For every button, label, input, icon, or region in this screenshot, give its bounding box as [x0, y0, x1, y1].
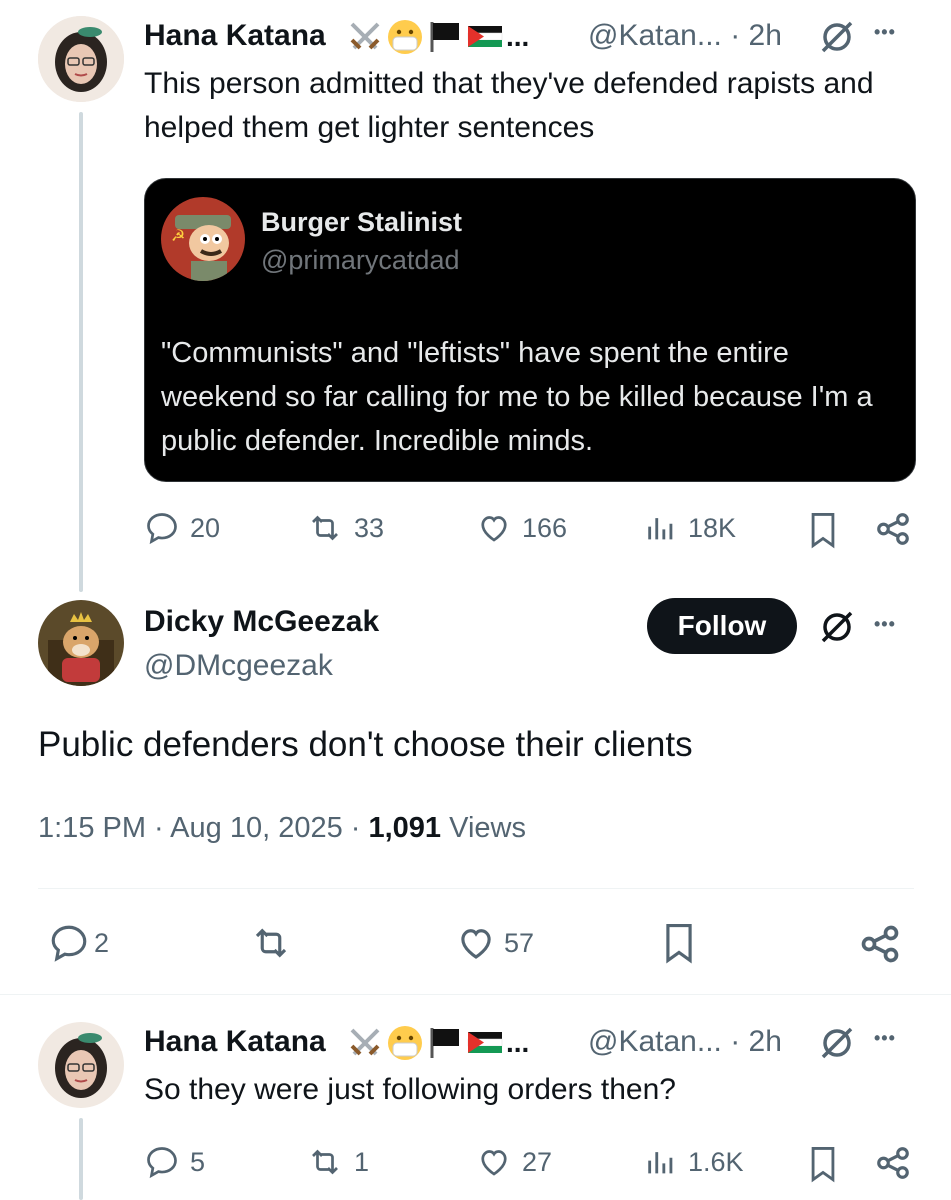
separator: · [730, 19, 741, 52]
author-name[interactable]: Dicky McGeezak [144, 604, 379, 640]
share-icon[interactable] [858, 922, 902, 966]
bookmark-icon[interactable] [806, 510, 840, 550]
burger-stalinist-avatar[interactable]: ☭ [161, 197, 245, 281]
timestamp[interactable]: 1:15 PM · Aug 10, 2025 · [38, 812, 368, 844]
like-count: 27 [522, 1146, 553, 1177]
reply-count: 2 [94, 927, 110, 958]
repost-count: 33 [354, 512, 385, 543]
svg-text:☭: ☭ [171, 226, 185, 245]
views-label: Views [441, 812, 526, 844]
views-count: 1.6K [688, 1146, 744, 1177]
repost-count: 1 [354, 1146, 370, 1177]
reply-icon [51, 925, 87, 962]
author-handle[interactable]: @Katan... [588, 19, 722, 52]
share-icon[interactable] [874, 510, 912, 548]
repost-button[interactable]: 33 [306, 510, 384, 546]
more-options-button[interactable]: ••• [874, 22, 896, 43]
name-emojis: ... [346, 18, 529, 56]
hana-avatar[interactable] [38, 1022, 124, 1108]
quoted-tweet-card[interactable]: ☭ Burger Stalinist @primarycatdad "Commu… [144, 178, 916, 482]
black-flag-icon [430, 1028, 459, 1058]
tweet-text: So they were just following orders then? [144, 1073, 676, 1106]
tweet-text: Public defenders don't choose their clie… [38, 725, 693, 764]
handle-row: @Katan... · 2h [588, 18, 782, 54]
thread-line [79, 1118, 83, 1200]
repost-icon[interactable] [248, 922, 294, 964]
grok-icon[interactable] [818, 1024, 856, 1062]
more-options-button[interactable]: ••• [874, 614, 896, 635]
reply-button[interactable]: 20 [144, 510, 220, 546]
separator: · [730, 1025, 741, 1058]
like-icon [481, 1150, 507, 1176]
grok-icon[interactable] [818, 18, 856, 56]
like-count: 166 [522, 512, 568, 543]
reply-count: 5 [190, 1146, 206, 1177]
post-time[interactable]: 2h [749, 1025, 782, 1058]
quote-text: "Communists" and "leftists" have spent t… [161, 337, 873, 457]
like-button[interactable]: 166 [476, 510, 567, 546]
author-name[interactable]: Hana Katana [144, 18, 326, 54]
repost-icon [312, 515, 338, 541]
crossed-swords-icon [350, 1028, 380, 1056]
grok-icon[interactable] [818, 608, 856, 646]
views-icon [648, 1152, 673, 1174]
dicky-avatar[interactable] [38, 600, 124, 686]
mask-face-icon [388, 20, 422, 54]
views-button[interactable]: 1.6K [644, 1144, 744, 1180]
view-count: 1,091 [368, 812, 442, 844]
quote-author-name[interactable]: Burger Stalinist [261, 207, 462, 238]
handle-row: @Katan... · 2h [588, 1024, 782, 1060]
name-ellipsis: ... [506, 21, 530, 52]
black-flag-icon [430, 22, 459, 52]
timestamp-row: 1:15 PM · Aug 10, 2025 · 1,091 Views [38, 812, 526, 845]
author-handle[interactable]: @Katan... [588, 1025, 722, 1058]
name-emojis: ... [346, 1024, 529, 1062]
like-count: 57 [504, 927, 535, 958]
repost-icon [312, 1149, 338, 1175]
views-button[interactable]: 18K [644, 510, 736, 546]
post-time[interactable]: 2h [749, 19, 782, 52]
divider [0, 994, 951, 995]
author-name[interactable]: Hana Katana [144, 1024, 326, 1060]
crossed-swords-icon [350, 22, 380, 50]
tweet-text: This person admitted that they've defend… [144, 67, 874, 144]
quote-author-handle[interactable]: @primarycatdad [261, 245, 459, 276]
thread-line [79, 112, 83, 592]
like-button[interactable]: 27 [476, 1144, 552, 1180]
share-icon[interactable] [874, 1144, 912, 1182]
hana-avatar[interactable] [38, 16, 124, 102]
more-options-button[interactable]: ••• [874, 1028, 896, 1049]
reply-icon [147, 1147, 177, 1179]
like-icon [461, 929, 491, 959]
reply-button[interactable]: 2 [48, 922, 109, 964]
palestine-flag-icon [467, 26, 503, 47]
name-ellipsis: ... [506, 1027, 530, 1058]
repost-button[interactable]: 1 [306, 1144, 369, 1180]
mask-face-icon [388, 1026, 422, 1060]
views-icon [648, 518, 673, 540]
reply-button[interactable]: 5 [144, 1144, 205, 1180]
bookmark-icon[interactable] [660, 920, 698, 966]
bookmark-icon[interactable] [806, 1144, 840, 1184]
follow-button[interactable]: Follow [647, 598, 797, 654]
palestine-flag-icon [467, 1032, 503, 1053]
views-count: 18K [688, 512, 737, 543]
like-icon [481, 516, 507, 542]
reply-count: 20 [190, 512, 221, 543]
like-button[interactable]: 57 [454, 922, 534, 964]
divider [38, 888, 914, 889]
reply-icon [147, 513, 177, 545]
author-handle[interactable]: @DMcgeezak [144, 648, 333, 684]
